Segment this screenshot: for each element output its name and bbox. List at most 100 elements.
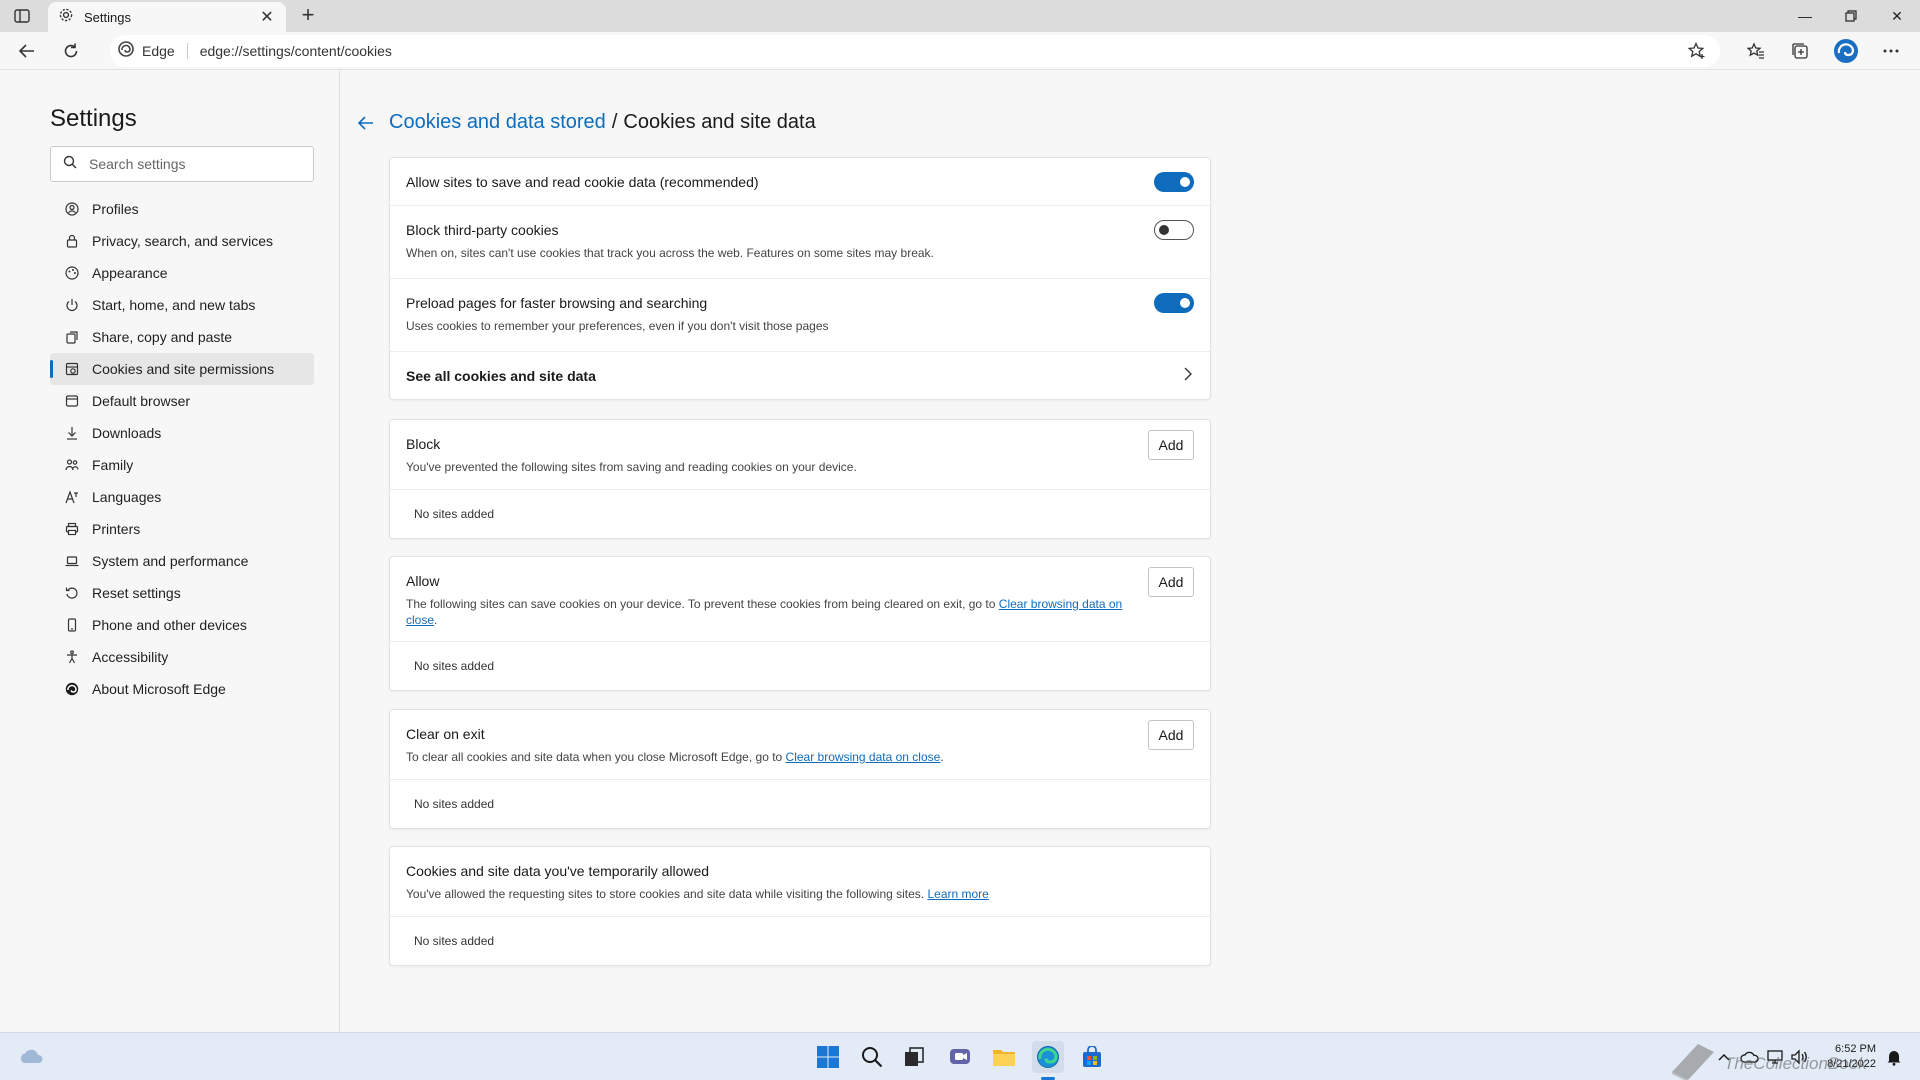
clear-on-exit-description: To clear all cookies and site data when …: [406, 749, 1194, 765]
task-view-icon[interactable]: [898, 1041, 930, 1073]
profile-avatar-icon[interactable]: [1832, 37, 1860, 65]
allow-cookies-toggle[interactable]: [1154, 172, 1194, 192]
preload-pages-description: Uses cookies to remember your preference…: [406, 319, 829, 333]
address-separator: [186, 43, 188, 59]
sidebar-item-reset-settings[interactable]: Reset settings: [50, 577, 314, 609]
sidebar-item-appearance[interactable]: Appearance: [50, 257, 314, 289]
allow-section-description: The following sites can save cookies on …: [406, 596, 1146, 628]
close-tab-icon[interactable]: ✕: [258, 7, 276, 27]
browser-tab[interactable]: Settings ✕: [48, 2, 286, 32]
temporarily-allowed-description: You've allowed the requesting sites to s…: [406, 886, 1194, 902]
allow-section-title: Allow: [406, 573, 440, 589]
sidebar-item-phone-and-other-devices[interactable]: Phone and other devices: [50, 609, 314, 641]
printer-icon: [64, 521, 80, 537]
lock-icon: [64, 233, 80, 249]
preload-pages-row: Preload pages for faster browsing and se…: [390, 279, 1210, 352]
sidebar-item-start-home-and-new-tabs[interactable]: Start, home, and new tabs: [50, 289, 314, 321]
block-section-description: You've prevented the following sites fro…: [406, 460, 857, 474]
sidebar-item-profiles[interactable]: Profiles: [50, 193, 314, 225]
sidebar-item-label: Share, copy and paste: [92, 329, 233, 345]
sidebar-item-label: Phone and other devices: [92, 617, 247, 633]
cookie-settings-card: Allow sites to save and read cookie data…: [389, 157, 1211, 400]
browser-toolbar: Edge edge://settings/content/cookies: [0, 32, 1920, 70]
temporarily-allowed-empty-text: No sites added: [414, 934, 495, 948]
clear-on-exit-add-button[interactable]: Add: [1148, 720, 1194, 750]
address-bar[interactable]: Edge edge://settings/content/cookies: [110, 35, 1720, 67]
breadcrumb-parent-link[interactable]: Cookies and data stored: [389, 111, 606, 134]
add-favorite-icon[interactable]: [1687, 41, 1706, 65]
sidebar-item-default-browser[interactable]: Default browser: [50, 385, 314, 417]
search-input[interactable]: [89, 156, 299, 172]
block-third-party-label: Block third-party cookies: [406, 222, 559, 238]
breadcrumb-separator: /: [611, 111, 618, 133]
sidebar-item-printers[interactable]: Printers: [50, 513, 314, 545]
address-url[interactable]: edge://settings/content/cookies: [200, 43, 392, 59]
settings-nav: Settings Profiles Privacy, search, and se…: [0, 71, 340, 1032]
search-box[interactable]: [50, 146, 314, 182]
allow-section-header: Allow The following sites can save cooki…: [390, 557, 1210, 642]
gear-icon: [58, 7, 74, 28]
breadcrumb-current: Cookies and site data: [623, 111, 816, 133]
taskbar-search-icon[interactable]: [856, 1041, 888, 1073]
weather-icon[interactable]: [16, 1041, 46, 1073]
settings-title: Settings: [50, 105, 137, 132]
preload-pages-toggle[interactable]: [1154, 293, 1194, 313]
sidebar-item-label: Accessibility: [92, 649, 169, 665]
temporarily-allowed-title: Cookies and site data you've temporarily…: [406, 863, 710, 879]
sidebar-item-downloads[interactable]: Downloads: [50, 417, 314, 449]
edge-taskbar-icon[interactable]: [1032, 1041, 1064, 1073]
phone-icon: [64, 617, 80, 633]
clear-on-exit-link[interactable]: Clear browsing data on close: [786, 750, 941, 764]
sidebar-toggle-icon[interactable]: [12, 7, 32, 25]
close-window-icon[interactable]: ✕: [1874, 0, 1920, 32]
temporarily-allowed-empty-row: No sites added: [390, 917, 1210, 965]
collections-icon[interactable]: [1787, 39, 1813, 63]
watermark-text: TheCollectionBook: [1724, 1053, 1867, 1073]
breadcrumb-back-arrow-icon[interactable]: [357, 115, 375, 131]
block-add-button[interactable]: Add: [1148, 430, 1194, 460]
allow-section-card: Allow The following sites can save cooki…: [389, 556, 1211, 691]
profile-icon: [64, 201, 80, 217]
share-icon: [64, 329, 80, 345]
block-third-party-toggle[interactable]: [1154, 220, 1194, 240]
clear-on-exit-empty-text: No sites added: [414, 797, 495, 811]
favorites-icon[interactable]: [1743, 39, 1769, 63]
cookies-icon: [64, 361, 80, 377]
minimize-icon[interactable]: —: [1782, 0, 1828, 32]
sidebar-item-about-microsoft-edge[interactable]: About Microsoft Edge: [50, 673, 314, 705]
sidebar-item-label: Profiles: [92, 201, 139, 217]
restore-icon[interactable]: [1828, 0, 1874, 32]
breadcrumb: Cookies and data stored / Cookies and si…: [357, 111, 816, 134]
sidebar-item-cookies-and-site-permissions[interactable]: Cookies and site permissions: [50, 353, 314, 385]
file-explorer-icon[interactable]: [988, 1041, 1020, 1073]
allow-cookies-row: Allow sites to save and read cookie data…: [390, 158, 1210, 206]
start-icon[interactable]: [812, 1041, 844, 1073]
sidebar-item-privacy-search-and-services[interactable]: Privacy, search, and services: [50, 225, 314, 257]
block-empty-text: No sites added: [414, 507, 495, 521]
language-icon: [64, 489, 80, 505]
store-icon[interactable]: [1076, 1041, 1108, 1073]
see-all-cookies-row[interactable]: See all cookies and site data: [390, 352, 1210, 399]
clear-on-exit-empty-row: No sites added: [390, 780, 1210, 828]
refresh-icon[interactable]: [58, 39, 84, 63]
sidebar-item-share-copy-and-paste[interactable]: Share, copy and paste: [50, 321, 314, 353]
sidebar-item-label: Default browser: [92, 393, 191, 409]
sidebar-item-label: Printers: [92, 521, 141, 537]
learn-more-link[interactable]: Learn more: [927, 887, 988, 901]
sidebar-item-accessibility[interactable]: Accessibility: [50, 641, 314, 673]
sidebar-item-system-and-performance[interactable]: System and performance: [50, 545, 314, 577]
sidebar-item-label: System and performance: [92, 553, 249, 569]
clear-on-exit-card: Clear on exit To clear all cookies and s…: [389, 709, 1211, 829]
more-options-icon[interactable]: [1878, 39, 1904, 63]
chat-icon[interactable]: [944, 1041, 976, 1073]
new-tab-icon[interactable]: +: [296, 4, 320, 28]
sidebar-item-languages[interactable]: Languages: [50, 481, 314, 513]
clear-on-exit-title: Clear on exit: [406, 726, 485, 742]
nav-list: Profiles Privacy, search, and services App…: [50, 193, 314, 705]
appearance-icon: [64, 265, 80, 281]
allow-add-button[interactable]: Add: [1148, 567, 1194, 597]
sidebar-item-label: Appearance: [92, 265, 168, 281]
sidebar-item-family[interactable]: Family: [50, 449, 314, 481]
back-icon[interactable]: [14, 39, 40, 63]
notification-icon[interactable]: [1884, 1047, 1904, 1067]
